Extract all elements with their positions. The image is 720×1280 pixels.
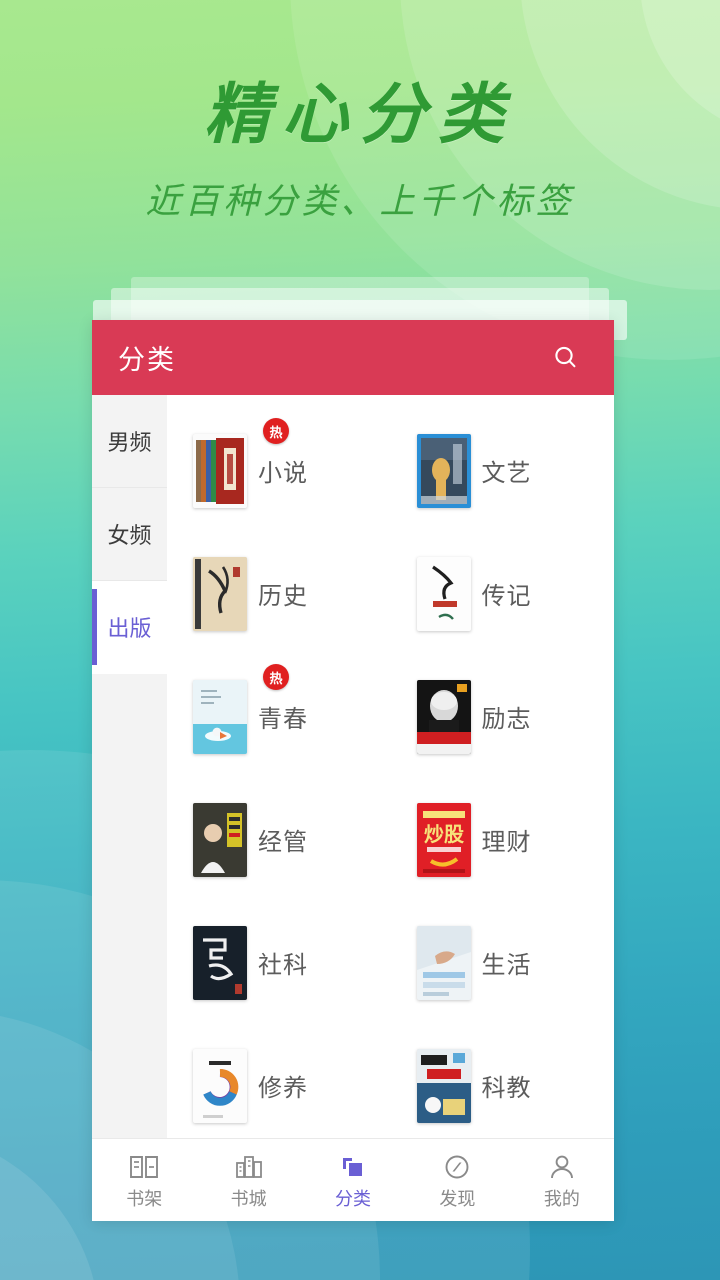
bottom-navigation: 书架 书城 分类 发现 我的	[92, 1138, 614, 1221]
hot-badge: 热	[263, 664, 289, 690]
category-item-biography[interactable]: 传记	[391, 532, 615, 655]
category-squares-icon	[338, 1150, 368, 1180]
book-cover	[193, 1048, 247, 1123]
category-item-youth[interactable]: 青春 热	[167, 655, 391, 778]
category-label: 小说	[258, 460, 308, 487]
person-icon	[547, 1150, 577, 1180]
category-sidebar: 男频 女频 出版	[92, 395, 167, 1138]
book-cover	[193, 802, 247, 877]
category-item-inspiration[interactable]: 励志	[391, 655, 615, 778]
hot-badge: 热	[263, 418, 289, 444]
category-label: 社科	[258, 952, 308, 979]
search-button[interactable]	[544, 336, 588, 380]
book-cover	[193, 556, 247, 631]
category-label: 修养	[258, 1075, 308, 1102]
nav-item-profile[interactable]: 我的	[510, 1150, 614, 1211]
book-cover-art	[193, 433, 247, 508]
book-cover-art	[193, 556, 247, 631]
promo-subtitle: 近百种分类、上千个标签	[145, 181, 575, 222]
app-header: 分类	[92, 320, 614, 395]
category-row: 历史 传记	[167, 532, 614, 655]
sidebar-filler	[92, 674, 167, 1138]
book-cover	[416, 433, 471, 508]
category-label: 历史	[258, 583, 308, 610]
nav-item-bookstore[interactable]: 书城	[196, 1150, 300, 1211]
page-title: 分类	[118, 345, 176, 375]
book-cover-art	[193, 802, 247, 877]
compass-icon	[442, 1150, 472, 1180]
sidebar-item-label: 出版	[107, 616, 152, 641]
book-cover	[193, 925, 247, 1000]
category-label: 文艺	[481, 460, 532, 487]
nav-item-discover[interactable]: 发现	[405, 1150, 509, 1211]
phone-mockup: 分类 男频 女频 出版 小说 热 文艺 历史 传记 青春 热 励志 经管 炒股 …	[92, 320, 614, 1221]
category-item-life[interactable]: 生活	[391, 901, 615, 1024]
sidebar-item-publication[interactable]: 出版	[92, 581, 167, 674]
category-item-social-science[interactable]: 社科	[167, 901, 391, 1024]
category-row: 社科 生活	[167, 901, 614, 1024]
category-row: 修养 科教	[167, 1024, 614, 1147]
category-label: 励志	[481, 706, 532, 733]
category-label: 生活	[481, 952, 532, 979]
book-cover-art	[193, 679, 247, 754]
category-label: 青春	[258, 706, 308, 733]
nav-item-category[interactable]: 分类	[301, 1150, 405, 1211]
book-cover-art	[416, 433, 471, 508]
category-row: 青春 热 励志	[167, 655, 614, 778]
category-item-literature[interactable]: 文艺	[391, 409, 615, 532]
book-cover-art	[416, 556, 471, 631]
book-cover	[416, 679, 471, 754]
category-item-finance[interactable]: 炒股 理财	[391, 778, 615, 901]
book-cover-art	[416, 925, 471, 1000]
book-cover-art	[416, 1048, 471, 1123]
active-indicator	[92, 589, 97, 665]
nav-item-bookshelf[interactable]: 书架	[92, 1150, 196, 1211]
book-cover: 炒股	[416, 802, 471, 877]
category-label: 科教	[481, 1075, 532, 1102]
nav-label: 书城	[230, 1188, 267, 1209]
category-item-history[interactable]: 历史	[167, 532, 391, 655]
category-item-education[interactable]: 科教	[391, 1024, 615, 1147]
book-cover	[416, 925, 471, 1000]
category-item-novel[interactable]: 小说 热	[167, 409, 391, 532]
category-row: 经管 炒股 理财	[167, 778, 614, 901]
category-item-management[interactable]: 经管	[167, 778, 391, 901]
promo-title: 精心分类	[204, 75, 516, 153]
sidebar-item-label: 男频	[107, 430, 152, 455]
sidebar-item-label: 女频	[107, 523, 152, 548]
book-cover-art	[193, 925, 247, 1000]
book-cover	[193, 433, 247, 508]
category-label: 传记	[481, 583, 532, 610]
book-cover-art	[193, 1048, 247, 1123]
open-book-icon	[129, 1150, 159, 1180]
svg-text:炒股: 炒股	[424, 822, 464, 846]
search-icon	[555, 346, 576, 367]
category-row: 小说 热 文艺	[167, 409, 614, 532]
category-label: 经管	[258, 829, 308, 856]
nav-label: 发现	[439, 1188, 476, 1209]
promo-headline: 精心分类 近百种分类、上千个标签	[0, 78, 720, 224]
category-grid: 小说 热 文艺 历史 传记 青春 热 励志 经管 炒股 理财 社科 生活 修养 …	[167, 395, 614, 1138]
book-cover-art: 炒股	[416, 802, 471, 877]
category-label: 理财	[481, 829, 532, 856]
sidebar-item-male[interactable]: 男频	[92, 395, 167, 488]
app-body: 男频 女频 出版 小说 热 文艺 历史 传记 青春 热 励志 经管 炒股 理财 …	[92, 395, 614, 1138]
buildings-icon	[234, 1150, 264, 1180]
book-cover	[416, 556, 471, 631]
nav-label: 我的	[543, 1188, 580, 1209]
book-cover	[416, 1048, 471, 1123]
book-cover	[193, 679, 247, 754]
category-item-cultivation[interactable]: 修养	[167, 1024, 391, 1147]
book-cover-art	[416, 679, 471, 754]
sidebar-item-female[interactable]: 女频	[92, 488, 167, 581]
nav-label: 分类	[335, 1188, 372, 1209]
nav-label: 书架	[126, 1188, 163, 1209]
